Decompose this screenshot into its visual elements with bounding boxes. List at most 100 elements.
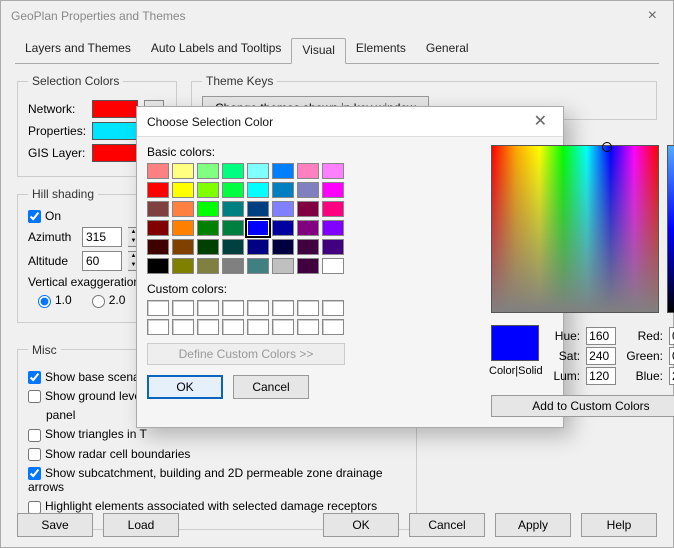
basic-color-cell[interactable] [172,163,194,179]
basic-color-cell[interactable] [172,258,194,274]
basic-color-cell[interactable] [297,201,319,217]
basic-color-cell[interactable] [197,163,219,179]
tab-autolabels[interactable]: Auto Labels and Tooltips [141,37,292,63]
basic-color-cell[interactable] [247,220,269,236]
vex-1[interactable]: 1.0 [38,293,72,307]
basic-color-cell[interactable] [297,163,319,179]
basic-color-cell[interactable] [172,220,194,236]
basic-color-cell[interactable] [322,239,344,255]
basic-color-cell[interactable] [222,239,244,255]
basic-color-cell[interactable] [197,239,219,255]
add-custom-button[interactable]: Add to Custom Colors [491,395,674,417]
custom-slot[interactable] [172,319,194,335]
basic-color-cell[interactable] [247,239,269,255]
misc-c3[interactable]: Show triangles in T [28,427,406,441]
custom-slot[interactable] [272,319,294,335]
basic-color-cell[interactable] [172,239,194,255]
save-button[interactable]: Save [17,513,93,537]
basic-color-cell[interactable] [247,182,269,198]
lum-input[interactable] [586,367,616,385]
basic-color-cell[interactable] [222,182,244,198]
help-button[interactable]: Help [581,513,657,537]
basic-color-cell[interactable] [272,201,294,217]
basic-color-cell[interactable] [272,163,294,179]
basic-color-cell[interactable] [222,258,244,274]
luminance-slider[interactable] [667,145,674,313]
basic-color-cell[interactable] [147,239,169,255]
basic-color-cell[interactable] [222,220,244,236]
tab-visual[interactable]: Visual [291,38,345,64]
green-input[interactable] [669,347,674,365]
basic-color-cell[interactable] [322,182,344,198]
basic-color-cell[interactable] [322,258,344,274]
custom-slot[interactable] [297,319,319,335]
dlg-cancel-button[interactable]: Cancel [233,375,309,399]
basic-color-cell[interactable] [172,201,194,217]
misc-c6[interactable]: Highlight elements associated with selec… [28,499,406,513]
basic-color-cell[interactable] [197,201,219,217]
hue-input[interactable] [586,327,616,345]
basic-color-cell[interactable] [322,163,344,179]
properties-swatch[interactable] [92,122,138,140]
basic-color-cell[interactable] [147,258,169,274]
custom-slot[interactable] [147,319,169,335]
basic-color-cell[interactable] [147,201,169,217]
ok-button[interactable]: OK [323,513,399,537]
basic-color-cell[interactable] [147,163,169,179]
basic-color-cell[interactable] [322,201,344,217]
basic-color-cell[interactable] [297,220,319,236]
custom-slot[interactable] [247,319,269,335]
sat-input[interactable] [586,347,616,365]
custom-slot[interactable] [272,300,294,316]
hill-on-check[interactable]: On [28,209,61,223]
dlg-close-icon[interactable]: ✕ [528,107,553,136]
cancel-button[interactable]: Cancel [409,513,485,537]
basic-color-cell[interactable] [247,201,269,217]
basic-color-cell[interactable] [247,163,269,179]
basic-color-cell[interactable] [172,182,194,198]
basic-color-cell[interactable] [197,258,219,274]
tab-layers[interactable]: Layers and Themes [15,37,141,63]
define-custom-button[interactable]: Define Custom Colors >> [147,343,345,365]
gis-swatch[interactable] [92,144,138,162]
custom-slot[interactable] [297,300,319,316]
misc-c5[interactable]: Show subcatchment, building and 2D perme… [28,466,406,494]
custom-slot[interactable] [222,300,244,316]
custom-slot[interactable] [197,319,219,335]
basic-color-cell[interactable] [322,220,344,236]
vex-2[interactable]: 2.0 [92,293,126,307]
basic-color-cell[interactable] [272,220,294,236]
basic-color-cell[interactable] [147,182,169,198]
network-swatch[interactable] [92,100,138,118]
basic-color-cell[interactable] [147,220,169,236]
crosshair-icon[interactable] [602,142,612,152]
custom-slot[interactable] [322,300,344,316]
custom-slot[interactable] [322,319,344,335]
close-icon[interactable]: × [642,1,663,31]
basic-color-cell[interactable] [222,201,244,217]
basic-color-cell[interactable] [272,258,294,274]
basic-color-cell[interactable] [197,182,219,198]
hill-on-input[interactable] [28,210,41,223]
custom-slot[interactable] [172,300,194,316]
custom-slot[interactable] [247,300,269,316]
load-button[interactable]: Load [103,513,179,537]
custom-slot[interactable] [197,300,219,316]
basic-color-cell[interactable] [272,182,294,198]
custom-slot[interactable] [222,319,244,335]
basic-color-cell[interactable] [297,258,319,274]
tab-general[interactable]: General [416,37,479,63]
basic-color-cell[interactable] [297,239,319,255]
tab-elements[interactable]: Elements [346,37,416,63]
misc-c4[interactable]: Show radar cell boundaries [28,447,406,461]
basic-color-cell[interactable] [272,239,294,255]
basic-color-cell[interactable] [247,258,269,274]
azimuth-input[interactable] [82,227,122,247]
apply-button[interactable]: Apply [495,513,571,537]
altitude-input[interactable] [82,251,122,271]
basic-color-cell[interactable] [297,182,319,198]
hue-sat-picker[interactable] [491,145,659,313]
basic-color-cell[interactable] [222,163,244,179]
custom-slot[interactable] [147,300,169,316]
dlg-ok-button[interactable]: OK [147,375,223,399]
